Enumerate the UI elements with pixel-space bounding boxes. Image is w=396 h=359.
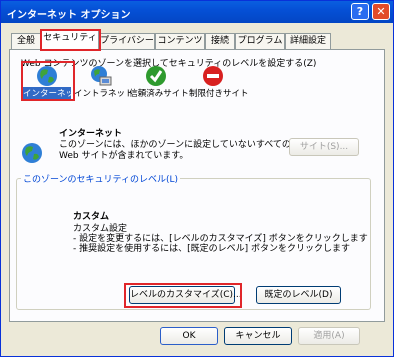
tab-advanced[interactable]: 詳細設定 [285, 33, 331, 49]
tab-privacy[interactable]: プライバシー [99, 33, 155, 49]
title-bar[interactable]: インターネット オプション ? ✕ [1, 1, 393, 23]
zone-label-internet: インターネット [23, 87, 83, 99]
zone-label-restricted: 制限付きサイト [189, 89, 249, 99]
tab-general[interactable]: 全般 [11, 33, 41, 49]
zone-label-trusted: 信頼済みサイト [129, 89, 189, 99]
level-desc-3: - 推奨設定を使用するには、[既定のレベル] ボタンをクリックします [73, 244, 350, 254]
close-button[interactable]: ✕ [372, 3, 390, 20]
zone-instruction: Web コンテンツのゾーンを選択してセキュリティのレベルを設定する(Z) [21, 59, 317, 69]
ok-button[interactable]: OK [160, 327, 218, 345]
security-level-group-label: このゾーンのセキュリティのレベル(L) [21, 172, 181, 185]
customize-level-button[interactable]: レベルのカスタマイズ(C)... [129, 286, 242, 304]
globe-icon [22, 143, 42, 163]
tab-security[interactable]: セキュリティ [41, 30, 99, 50]
tab-content[interactable]: コンテンツ [155, 33, 205, 49]
cancel-button[interactable]: キャンセル [224, 327, 292, 345]
checkmark-icon [146, 66, 166, 86]
tab-connections[interactable]: 接続 [205, 33, 235, 49]
globe-icon [37, 66, 57, 86]
restricted-icon [203, 66, 223, 86]
window-title: インターネット オプション [7, 10, 131, 21]
zone-label-intranet: イントラネット [74, 89, 134, 99]
default-level-button[interactable]: 既定のレベル(D) [256, 286, 341, 304]
tab-programs[interactable]: プログラム [235, 33, 285, 49]
help-button[interactable]: ? [351, 3, 369, 20]
zone-description-2: Web サイトが含まれています。 [59, 151, 189, 161]
internet-options-dialog: インターネット オプション ? ✕ 全般 セキュリティ プライバシー コンテンツ… [0, 0, 394, 357]
apply-button[interactable]: 適用(A) [298, 327, 360, 345]
sites-button[interactable]: サイト(S)... [289, 138, 359, 156]
intranet-icon [91, 66, 112, 86]
